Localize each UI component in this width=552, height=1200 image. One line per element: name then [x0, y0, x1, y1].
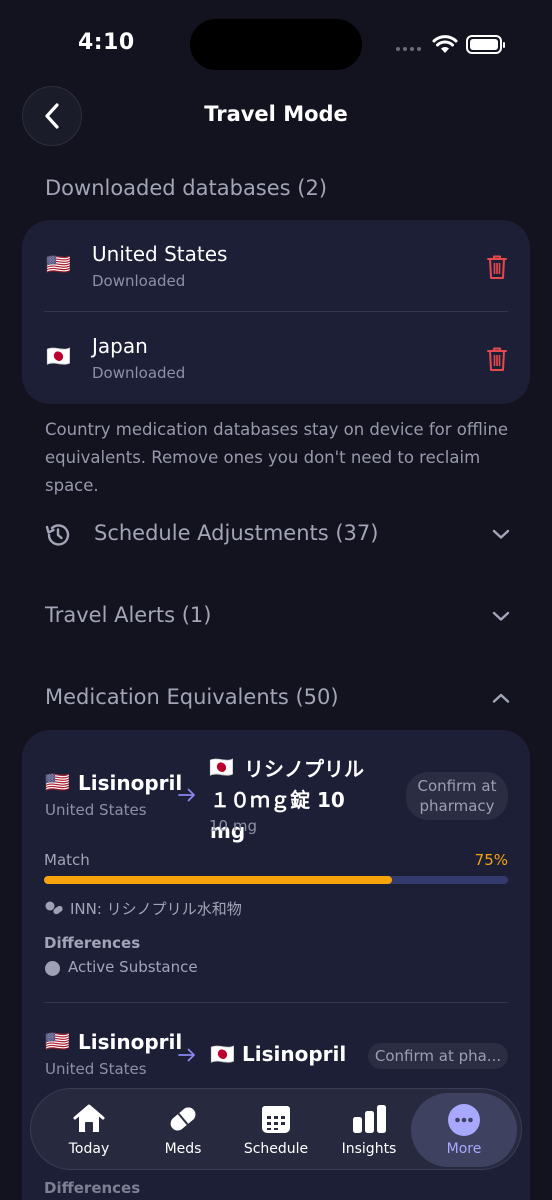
house-icon — [73, 1104, 105, 1132]
medication-equivalents-title: Medication Equivalents (50) — [45, 685, 339, 709]
travel-alerts-header[interactable]: Travel Alerts (1) — [0, 597, 552, 637]
status-time: 4:10 — [78, 30, 135, 55]
tab-schedule[interactable]: Schedule — [230, 1089, 322, 1171]
differences-title: Differences — [44, 1179, 141, 1197]
cellular-signal-icon — [396, 47, 421, 51]
source-medication-name: Lisinopril — [78, 771, 183, 795]
difference-item: Active Substance — [68, 958, 198, 976]
tab-label: Insights — [341, 1141, 397, 1157]
flag-us-icon: 🇺🇸 — [45, 770, 70, 794]
tab-insights[interactable]: Insights — [323, 1089, 415, 1171]
pills-icon — [45, 901, 63, 915]
flag-jp-icon: 🇯🇵 — [46, 344, 71, 368]
match-progress-track — [44, 876, 508, 884]
source-medication-name: Lisinopril — [78, 1030, 183, 1054]
chevron-down-icon — [492, 611, 510, 621]
wifi-icon — [432, 35, 458, 53]
medication-equivalents-header[interactable]: Medication Equivalents (50) — [0, 679, 552, 719]
flag-us-icon: 🇺🇸 — [45, 1029, 70, 1053]
status-bar: 4:10 — [0, 0, 552, 90]
inn-text: INN: リシノプリル水和物 — [70, 900, 242, 918]
match-progress-fill — [44, 876, 392, 884]
databases-info-text: Country medication databases stay on dev… — [45, 420, 509, 495]
tab-bar: Today Meds Schedule Insights More — [30, 1088, 522, 1170]
flag-jp-icon: 🇯🇵 — [210, 1042, 235, 1066]
database-row-japan: 🇯🇵 Japan Downloaded — [22, 312, 530, 404]
arrow-right-icon — [178, 788, 195, 802]
source-country: United States — [45, 801, 147, 819]
arrow-right-icon — [178, 1048, 195, 1062]
history-clock-icon — [45, 524, 70, 546]
tab-label: More — [446, 1141, 482, 1157]
tab-label: Schedule — [243, 1141, 309, 1157]
tab-more[interactable]: More — [411, 1093, 517, 1167]
chevron-up-icon — [492, 693, 510, 703]
confirm-at-pharmacy-badge: Confirm at pha... — [368, 1043, 508, 1069]
tab-label: Meds — [164, 1141, 202, 1157]
travel-alerts-title: Travel Alerts (1) — [45, 603, 212, 627]
delete-trash-icon[interactable] — [486, 346, 508, 372]
match-label: Match — [44, 851, 90, 869]
pill-icon — [170, 1107, 196, 1131]
schedule-adjustments-title: Schedule Adjustments (37) — [94, 521, 379, 545]
confirm-at-pharmacy-badge: Confirm at pharmacy — [406, 772, 508, 820]
dynamic-island — [190, 19, 362, 70]
source-country: United States — [45, 1060, 147, 1078]
target-medication-name: Lisinopril — [242, 1042, 347, 1066]
database-name: United States — [92, 242, 228, 266]
tab-meds[interactable]: Meds — [137, 1089, 229, 1171]
tab-today[interactable]: Today — [43, 1089, 135, 1171]
chevron-down-icon — [492, 529, 510, 539]
page-title: Travel Mode — [204, 102, 348, 126]
downloaded-databases-title: Downloaded databases (2) — [45, 176, 328, 200]
equivalent-item[interactable]: 🇺🇸 Lisinopril United States 🇯🇵 リシノプリル １０… — [22, 730, 530, 1002]
battery-icon — [466, 35, 505, 54]
flag-us-icon: 🇺🇸 — [46, 252, 71, 276]
difference-dot-icon — [45, 961, 60, 976]
database-name: Japan — [92, 334, 148, 358]
database-status: Downloaded — [92, 272, 186, 290]
calendar-icon — [262, 1106, 290, 1133]
ellipsis-icon — [448, 1104, 480, 1136]
delete-trash-icon[interactable] — [486, 254, 508, 280]
schedule-adjustments-header[interactable]: Schedule Adjustments (37) — [0, 515, 552, 555]
target-dose: 10 mg — [209, 817, 257, 835]
match-percent: 75% — [474, 851, 508, 869]
database-row-united-states: 🇺🇸 United States Downloaded — [22, 220, 530, 312]
bar-chart-icon — [353, 1105, 386, 1133]
tab-label: Today — [68, 1141, 110, 1157]
differences-title: Differences — [44, 934, 141, 952]
downloaded-databases-card: 🇺🇸 United States Downloaded 🇯🇵 Japan Dow… — [22, 220, 530, 404]
database-status: Downloaded — [92, 364, 186, 382]
